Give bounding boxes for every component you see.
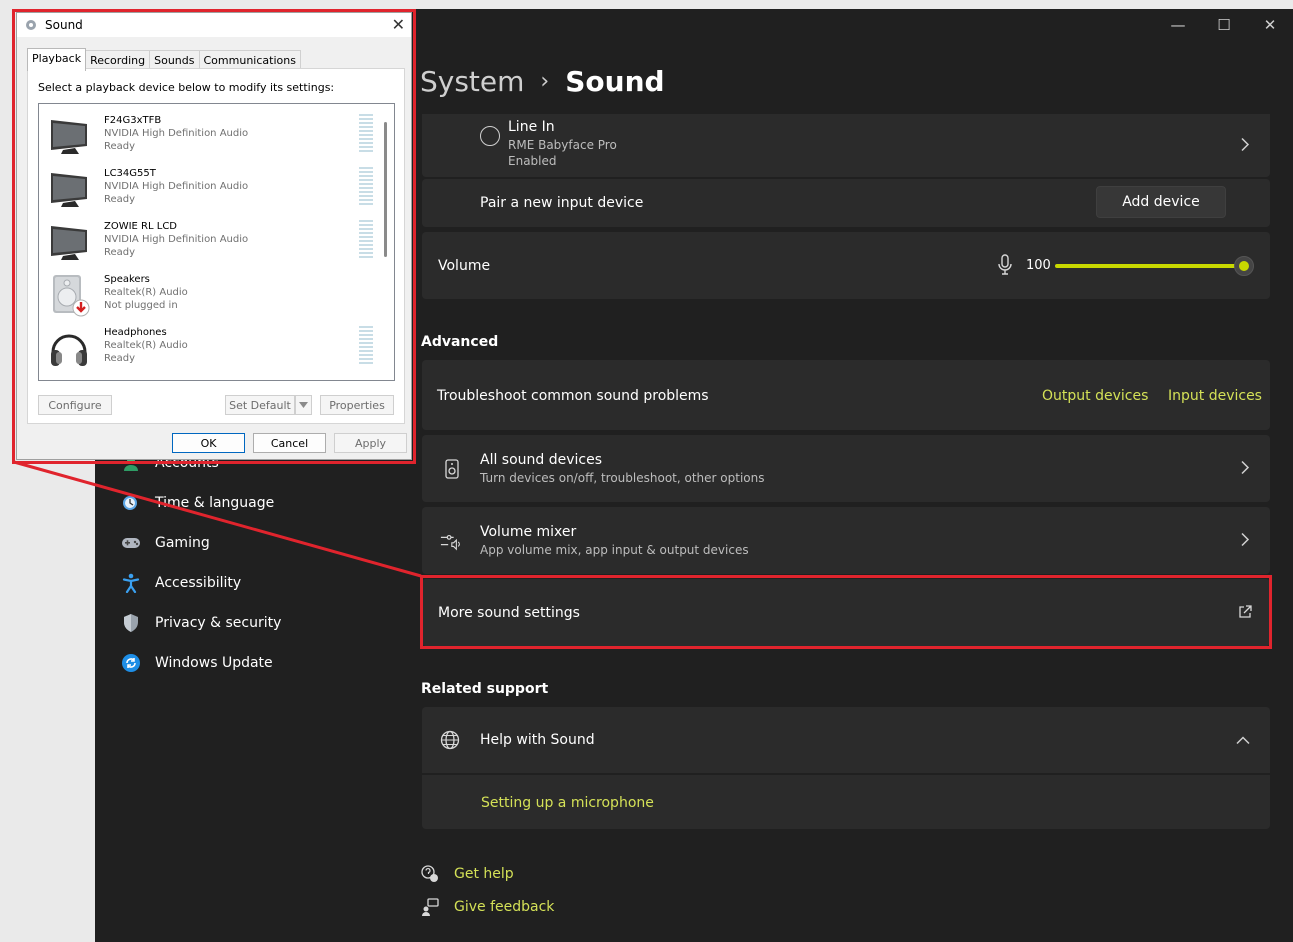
connector-line xyxy=(13,460,422,578)
device-name: Headphones xyxy=(104,327,167,338)
device-status: Not plugged in xyxy=(104,300,178,311)
set-default-button[interactable]: Set Default xyxy=(225,395,295,415)
set-default-dropdown[interactable] xyxy=(295,395,312,415)
device-status: Ready xyxy=(104,247,136,258)
level-meter xyxy=(359,114,373,154)
playback-instruction: Select a playback device below to modify… xyxy=(38,81,335,94)
dialog-title-bar: Sound ✕ xyxy=(17,13,411,37)
device-text: Headphones Realtek(R) Audio Ready xyxy=(104,326,188,365)
device-name: Speakers xyxy=(104,274,150,285)
device-driver: NVIDIA High Definition Audio xyxy=(104,234,249,245)
chevron-down-icon xyxy=(299,402,308,408)
sound-app-icon xyxy=(25,19,37,31)
playback-device[interactable]: Headphones Realtek(R) Audio Ready xyxy=(43,322,373,374)
dialog-close-button[interactable]: ✕ xyxy=(392,15,405,34)
playback-device[interactable]: Speakers Realtek(R) Audio Not plugged in xyxy=(43,269,373,321)
device-status: Ready xyxy=(104,353,136,364)
ok-button[interactable]: OK xyxy=(172,433,245,453)
playback-device[interactable]: LC34G55T NVIDIA High Definition Audio Re… xyxy=(43,163,373,215)
device-name: LC34G55T xyxy=(104,168,156,179)
monitor-icon xyxy=(47,114,91,158)
cancel-button[interactable]: Cancel xyxy=(253,433,326,453)
device-driver: NVIDIA High Definition Audio xyxy=(104,181,249,192)
level-meter xyxy=(359,167,373,207)
device-name: F24G3xTFB xyxy=(104,115,162,126)
device-text: F24G3xTFB NVIDIA High Definition Audio R… xyxy=(104,114,248,153)
device-name: ZOWIE RL LCD xyxy=(104,221,178,232)
dialog-title: Sound xyxy=(45,18,83,32)
monitor-icon xyxy=(47,167,91,211)
apply-button[interactable]: Apply xyxy=(334,433,407,453)
monitor-icon xyxy=(47,220,91,264)
configure-button[interactable]: Configure xyxy=(38,395,112,415)
playback-device[interactable]: ZOWIE RL LCD NVIDIA High Definition Audi… xyxy=(43,216,373,268)
properties-button[interactable]: Properties xyxy=(320,395,394,415)
sound-dialog: Sound ✕ Playback Recording Sounds Commun… xyxy=(16,12,412,460)
scrollbar-thumb[interactable] xyxy=(384,122,387,257)
device-text: Speakers Realtek(R) Audio Not plugged in xyxy=(104,273,188,312)
level-meter xyxy=(359,220,373,260)
playback-device-list: F24G3xTFB NVIDIA High Definition Audio R… xyxy=(38,103,395,381)
device-status: Ready xyxy=(104,141,136,152)
device-driver: Realtek(R) Audio xyxy=(104,340,188,351)
device-driver: Realtek(R) Audio xyxy=(104,287,188,298)
level-meter xyxy=(359,326,373,366)
device-driver: NVIDIA High Definition Audio xyxy=(104,128,249,139)
device-text: LC34G55T NVIDIA High Definition Audio Re… xyxy=(104,167,248,206)
playback-pane: Select a playback device below to modify… xyxy=(27,68,405,424)
speaker-icon xyxy=(47,273,91,317)
device-status: Ready xyxy=(104,194,136,205)
tab-playback[interactable]: Playback xyxy=(27,48,87,71)
headphones-icon xyxy=(47,326,91,370)
device-list-scrollbar[interactable] xyxy=(378,104,394,380)
playback-device[interactable]: F24G3xTFB NVIDIA High Definition Audio R… xyxy=(43,110,373,162)
device-text: ZOWIE RL LCD NVIDIA High Definition Audi… xyxy=(104,220,248,259)
